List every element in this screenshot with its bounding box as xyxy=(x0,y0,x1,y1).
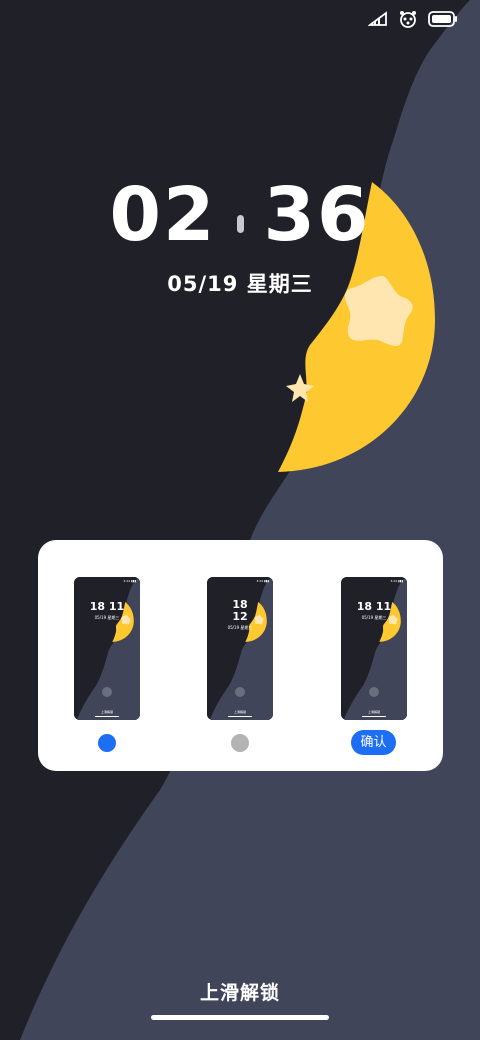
preview-time: 18 11 xyxy=(356,600,392,613)
confirm-button[interactable]: 确认 xyxy=(351,730,396,755)
preview-status: 3:24 ▮▮▮ xyxy=(390,579,403,583)
signal-icon xyxy=(368,11,387,26)
preview-wallpaper xyxy=(341,577,407,720)
preview-home-bar xyxy=(362,716,386,717)
preview-status: 3:24 ▮▮▮ xyxy=(256,579,269,583)
preview-time: 18 11 xyxy=(89,600,125,613)
clock-separator xyxy=(236,214,244,233)
style-option-2-preview[interactable]: 3:24 ▮▮▮ 18 12 05/19 星期三 上滑解锁 xyxy=(207,577,273,720)
clock: 02 36 xyxy=(0,172,480,258)
preview-home-bar xyxy=(228,716,252,717)
style-option-1-radio[interactable] xyxy=(98,734,116,752)
preview-unlock-hint: 上滑解锁 xyxy=(233,710,246,714)
status-bar xyxy=(368,10,458,28)
preview-date: 05/19 星期三 xyxy=(94,615,120,620)
preview-home-bar xyxy=(95,716,119,717)
date-label: 05/19 星期三 xyxy=(167,272,313,296)
clock-hours: 02 xyxy=(109,172,217,258)
style-option-1-preview[interactable]: 3:24 ▮▮▮ 18 11 05/19 星期三 上滑解锁 xyxy=(74,577,140,720)
preview-time-minute: 12 xyxy=(232,610,248,623)
battery-icon xyxy=(428,11,457,27)
preview-status: 3:24 ▮▮▮ xyxy=(123,579,136,583)
preview-date: 05/19 星期三 xyxy=(361,615,387,620)
fingerprint-icon xyxy=(235,687,245,697)
home-indicator-bar[interactable] xyxy=(151,1015,329,1020)
preview-wallpaper xyxy=(74,577,140,720)
swipe-to-unlock-hint: 上滑解锁 xyxy=(199,982,280,1004)
paw-icon xyxy=(400,11,416,28)
preview-unlock-hint: 上滑解锁 xyxy=(100,710,113,714)
style-option-3-preview[interactable]: 3:24 ▮▮▮ 18 11 05/19 星期三 上滑解锁 xyxy=(341,577,407,720)
wallpaper xyxy=(0,0,480,1040)
fingerprint-icon xyxy=(369,687,379,697)
style-option-2-radio[interactable] xyxy=(231,734,249,752)
clock-minutes: 36 xyxy=(263,172,371,258)
preview-date: 05/19 星期三 xyxy=(227,625,253,630)
preview-unlock-hint: 上滑解锁 xyxy=(367,710,380,714)
fingerprint-icon xyxy=(102,687,112,697)
lock-screen: 02 36 05/19 星期三 3:24 ▮▮▮ 18 11 05/19 星期三 … xyxy=(0,0,480,1040)
